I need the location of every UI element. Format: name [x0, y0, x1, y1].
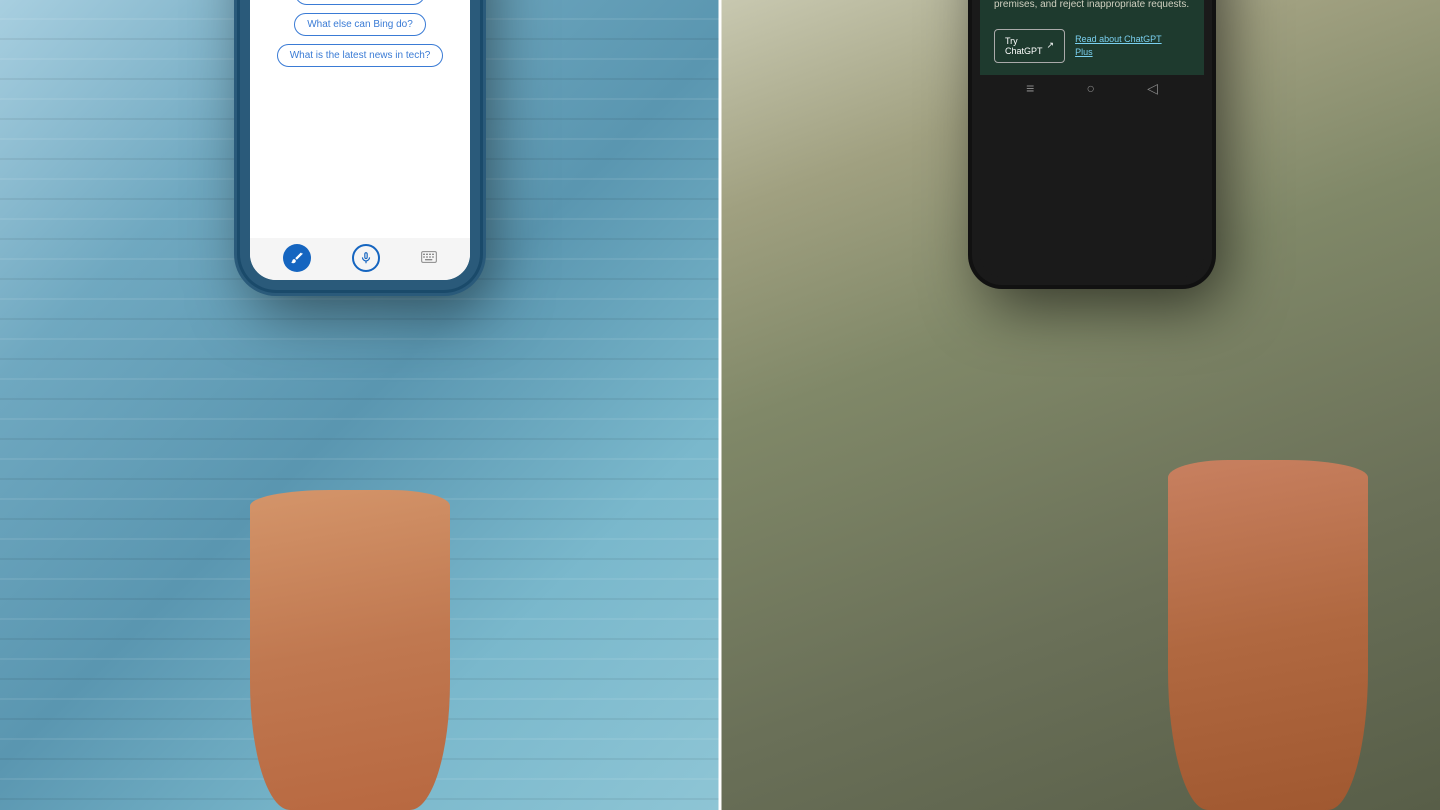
chatgpt-description: We've trained a model called ChatGPT whi… [994, 0, 1190, 13]
bing-paint-button[interactable] [283, 244, 311, 272]
openai-screen: OpenAI Menu IntroducingChatGPT We've tra… [980, 0, 1204, 75]
bing-button-1[interactable]: How does Bing use AI? [295, 0, 424, 5]
hamburger-nav-icon[interactable]: ≡ [1026, 80, 1034, 96]
read-more-link[interactable]: Read about ChatGPTPlus [1075, 33, 1162, 58]
hand-left [250, 490, 450, 810]
panel-divider [719, 0, 722, 810]
keyboard-icon[interactable] [421, 250, 437, 266]
bing-mic-button[interactable] [352, 244, 380, 272]
phone-right-screen-container: 3:01 ● ⚡ 🛜 ▐▌ 49%🔋 ⌂ 🔒 openai.com/blog [980, 0, 1204, 277]
chatgpt-buttons-row: TryChatGPT ↗ Read about ChatGPTPlus [994, 29, 1190, 63]
try-chatgpt-arrow: ↗ [1047, 40, 1055, 51]
bing-screen: Welcome to the new Bing Use the power of… [250, 0, 470, 238]
phone-right: 3:01 ● ⚡ 🛜 ▐▌ 49%🔋 ⌂ 🔒 openai.com/blog [972, 0, 1212, 285]
bing-button-2[interactable]: What else can Bing do? [294, 13, 426, 36]
phone-bottom-nav-right: ≡ ○ ◁ [980, 75, 1204, 102]
home-nav-icon[interactable]: ○ [1086, 80, 1094, 96]
try-chatgpt-label: TryChatGPT [1005, 36, 1043, 56]
back-nav-icon[interactable]: ◁ [1147, 80, 1158, 97]
phone-left-screen: ▐▌ 🛜 09:42 🔔 🔋 [250, 0, 470, 280]
bing-button-3[interactable]: What is the latest news in tech? [277, 44, 444, 67]
phone-left: ▐▌ 🛜 09:42 🔔 🔋 [240, 0, 480, 290]
hand-right [1168, 460, 1368, 810]
phone-bottom-bar-left [250, 238, 470, 280]
right-panel: 3:01 ● ⚡ 🛜 ▐▌ 49%🔋 ⌂ 🔒 openai.com/blog [720, 0, 1440, 810]
left-panel: ▐▌ 🛜 09:42 🔔 🔋 [0, 0, 720, 810]
try-chatgpt-button[interactable]: TryChatGPT ↗ [994, 29, 1065, 63]
